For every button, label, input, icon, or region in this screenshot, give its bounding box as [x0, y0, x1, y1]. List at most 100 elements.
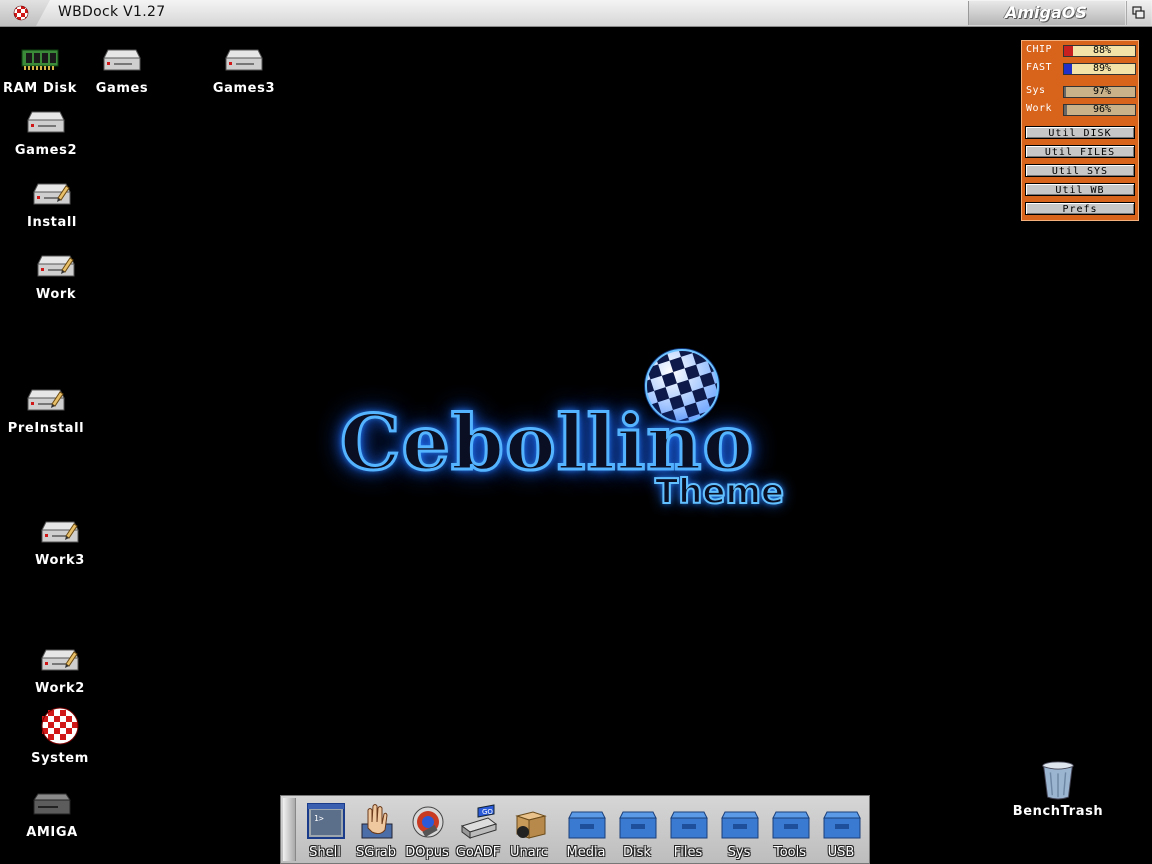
desktop-icon-label: Work2: [35, 681, 85, 696]
svg-text:GO: GO: [482, 808, 493, 816]
dopus-icon: [412, 806, 444, 838]
desktop-icon-games2[interactable]: Games2: [6, 104, 86, 167]
meter-fill: [1064, 105, 1067, 115]
desktop-icon-benchtrash[interactable]: BenchTrash: [1010, 756, 1106, 828]
desktop-icon-ram-disk[interactable]: RAM Disk: [2, 42, 78, 105]
meter-bar: 88%: [1063, 45, 1136, 57]
screen-depth-button[interactable]: [1126, 1, 1151, 25]
trash-can-icon: [1042, 761, 1074, 800]
desktop-icon-label: RAM Disk: [3, 81, 77, 96]
desktop-icon-label: AMIGA: [26, 825, 78, 840]
desktop-icon-label: Games2: [14, 143, 78, 158]
goadf-icon: GO: [460, 804, 498, 839]
dock-item-disk[interactable]: Disk: [613, 799, 661, 861]
grab-hand-icon: [361, 804, 393, 839]
meter-work: Work 96%: [1026, 103, 1136, 117]
desktop-icon-label: Games: [95, 81, 149, 96]
dock-item-label: Unarc: [510, 845, 548, 860]
meter-value: 96%: [1092, 104, 1111, 115]
dock-drag-handle[interactable]: [283, 798, 296, 861]
theme-logo-text: Theme: [654, 471, 785, 513]
brand-label: AmigaOS: [1005, 3, 1087, 22]
desktop-icon-games[interactable]: Games: [82, 42, 162, 105]
meter-label: Work: [1026, 103, 1053, 114]
dock-item-label: Sys: [727, 845, 751, 860]
desktop-icon-label: Games3: [212, 81, 276, 96]
desktop-icon-work3[interactable]: Work3: [20, 514, 100, 577]
desktop-icon-work[interactable]: Work: [16, 248, 96, 311]
screen-title-bar: WBDock V1.27 AmigaOS: [0, 0, 1152, 27]
meter-fill: [1064, 87, 1067, 97]
drive-with-pencil-icon: [27, 389, 65, 411]
meter-chip: CHIP 88%: [1026, 44, 1136, 58]
button-util-wb[interactable]: Util WB: [1025, 183, 1135, 196]
button-util-sys[interactable]: Util SYS: [1025, 164, 1135, 177]
hard-drive-icon: [103, 49, 141, 71]
dock-item-shell[interactable]: 1> Shell: [301, 799, 349, 861]
dock-item-label: Disk: [623, 845, 651, 860]
meter-sys: Sys 97%: [1026, 85, 1136, 99]
desktop-icon-preinstall[interactable]: PreInstall: [6, 382, 86, 445]
drive-with-pencil-icon: [41, 649, 79, 671]
desktop-icon-label: PreInstall: [7, 421, 85, 436]
desktop-icon-label: BenchTrash: [1012, 804, 1104, 819]
amiga-menu-button[interactable]: [0, 0, 50, 26]
dock-item-media[interactable]: Media: [562, 799, 610, 861]
shell-window-icon: 1>: [307, 803, 345, 839]
meter-bar: 97%: [1063, 86, 1136, 98]
dock-item-usb[interactable]: USB: [817, 799, 865, 861]
box-icon: [515, 811, 547, 839]
desktop-icon-label: System: [31, 751, 89, 766]
drawer-icon: [772, 811, 810, 839]
dock-item-label: Tools: [773, 845, 807, 860]
dock-item-label: USB: [827, 845, 855, 860]
bottom-dock: 1> Shell SGrab DOpus GO GoADF Unarc Media …: [280, 795, 870, 864]
dock-item-files[interactable]: Files: [664, 799, 712, 861]
button-util-files[interactable]: Util FILES: [1025, 145, 1135, 158]
meter-value: 89%: [1092, 63, 1111, 74]
memory-monitor-dock: CHIP 88% FAST 89% Sys 97% Work 96% Util DISK Util…: [1021, 40, 1139, 221]
drawer-icon: [619, 811, 657, 839]
dock-item-tools[interactable]: Tools: [766, 799, 814, 861]
dock-item-label: Files: [673, 845, 703, 860]
meter-fill: [1064, 64, 1072, 74]
button-util-disk[interactable]: Util DISK: [1025, 126, 1135, 139]
desktop-icon-system[interactable]: System: [20, 704, 100, 775]
desktop-icon-amiga[interactable]: AMIGA: [12, 786, 92, 849]
desktop-icon-work2[interactable]: Work2: [20, 642, 100, 705]
ram-chip-icon: [21, 49, 59, 70]
dock-item-unarc[interactable]: Unarc: [505, 799, 553, 861]
dock-item-sys[interactable]: Sys: [715, 799, 763, 861]
hard-drive-icon: [27, 111, 65, 133]
desktop-icon-install[interactable]: Install: [12, 176, 92, 239]
drawer-icon: [670, 811, 708, 839]
screen-title: WBDock V1.27: [58, 4, 166, 20]
meter-label: CHIP: [1026, 44, 1053, 55]
svg-text:1>: 1>: [314, 814, 324, 823]
desktop-icon-label: Work3: [35, 553, 85, 568]
meter-bar: 96%: [1063, 104, 1136, 116]
meter-fill: [1064, 46, 1073, 56]
drawer-icon: [823, 811, 861, 839]
dock-item-label: SGrab: [356, 845, 396, 860]
meter-value: 97%: [1092, 86, 1111, 97]
desktop-icon-label: Install: [27, 215, 77, 230]
amigaos-brand: AmigaOS: [968, 1, 1125, 25]
meter-label: Sys: [1026, 85, 1046, 96]
dock-item-label: Media: [566, 845, 606, 860]
dock-item-goadf[interactable]: GO GoADF: [454, 799, 502, 861]
button-prefs[interactable]: Prefs: [1025, 202, 1135, 215]
meter-bar: 89%: [1063, 63, 1136, 75]
meter-label: FAST: [1026, 62, 1053, 73]
boing-ball-icon: [13, 5, 29, 21]
drive-with-pencil-icon: [37, 255, 75, 277]
depth-gadget-icon: [1132, 6, 1145, 19]
drawer-icon: [721, 811, 759, 839]
desktop-icon-games3[interactable]: Games3: [204, 42, 284, 105]
dock-item-label: DOpus: [405, 845, 449, 860]
dock-item-label: GoADF: [455, 845, 501, 860]
dock-item-sgrab[interactable]: SGrab: [352, 799, 400, 861]
drawer-icon: [568, 811, 606, 839]
hard-drive-icon: [225, 49, 263, 71]
dock-item-dopus[interactable]: DOpus: [403, 799, 451, 861]
